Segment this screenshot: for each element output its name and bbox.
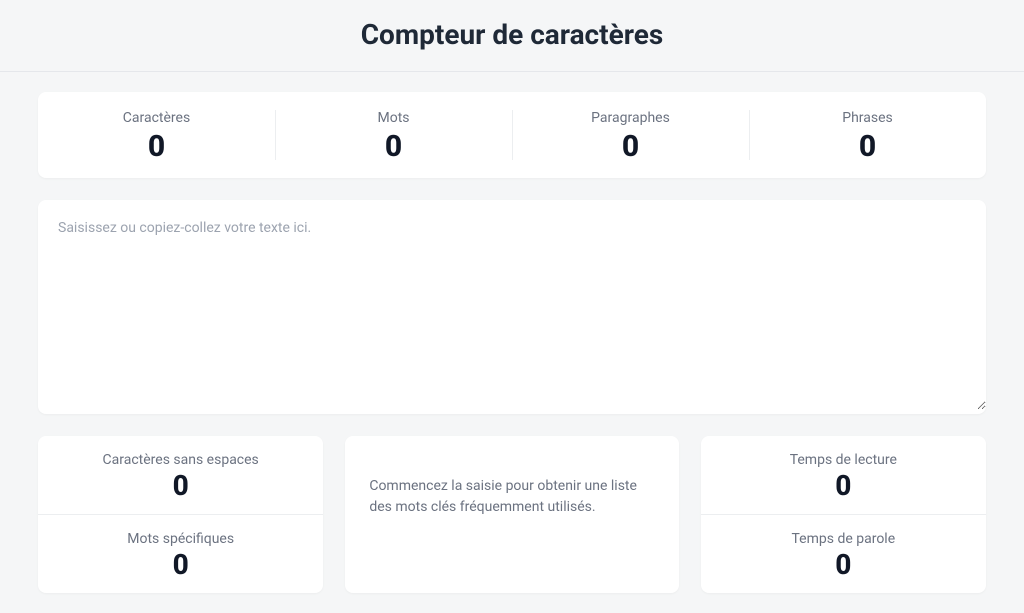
stat-characters-label: Caractères bbox=[48, 110, 265, 126]
keywords-hint-text: Commencez la saisie pour obtenir une lis… bbox=[369, 476, 654, 518]
stat-sentences-value: 0 bbox=[759, 132, 976, 162]
stat-speech-time: Temps de parole 0 bbox=[701, 515, 986, 593]
stat-characters-value: 0 bbox=[48, 132, 265, 162]
stat-specific-words-label: Mots spécifiques bbox=[48, 531, 313, 547]
textarea-container bbox=[38, 200, 986, 414]
stat-words: Mots 0 bbox=[275, 92, 512, 178]
bottom-row: Caractères sans espaces 0 Mots spécifiqu… bbox=[38, 436, 986, 593]
stat-sentences-label: Phrases bbox=[759, 110, 976, 126]
stat-specific-words: Mots spécifiques 0 bbox=[38, 515, 323, 593]
stat-words-value: 0 bbox=[285, 132, 502, 162]
stat-sentences: Phrases 0 bbox=[749, 92, 986, 178]
text-input[interactable] bbox=[38, 200, 986, 410]
card-right: Temps de lecture 0 Temps de parole 0 bbox=[701, 436, 986, 593]
stats-row: Caractères 0 Mots 0 Paragraphes 0 Phrase… bbox=[38, 92, 986, 178]
stat-speech-time-label: Temps de parole bbox=[711, 531, 976, 547]
stat-chars-no-spaces-value: 0 bbox=[48, 472, 313, 500]
stat-paragraphs: Paragraphes 0 bbox=[512, 92, 749, 178]
stat-words-label: Mots bbox=[285, 110, 502, 126]
card-keywords-hint: Commencez la saisie pour obtenir une lis… bbox=[345, 436, 678, 593]
page-header: Compteur de caractères bbox=[0, 0, 1024, 72]
page-title: Compteur de caractères bbox=[0, 18, 1024, 51]
stat-paragraphs-value: 0 bbox=[522, 132, 739, 162]
main-container: Caractères 0 Mots 0 Paragraphes 0 Phrase… bbox=[0, 72, 1024, 613]
stat-reading-time: Temps de lecture 0 bbox=[701, 436, 986, 515]
stat-reading-time-value: 0 bbox=[711, 472, 976, 500]
stat-chars-no-spaces: Caractères sans espaces 0 bbox=[38, 436, 323, 515]
stat-reading-time-label: Temps de lecture bbox=[711, 452, 976, 468]
stat-specific-words-value: 0 bbox=[48, 551, 313, 579]
stat-paragraphs-label: Paragraphes bbox=[522, 110, 739, 126]
stat-characters: Caractères 0 bbox=[38, 92, 275, 178]
stat-chars-no-spaces-label: Caractères sans espaces bbox=[48, 452, 313, 468]
stat-speech-time-value: 0 bbox=[711, 551, 976, 579]
card-left: Caractères sans espaces 0 Mots spécifiqu… bbox=[38, 436, 323, 593]
